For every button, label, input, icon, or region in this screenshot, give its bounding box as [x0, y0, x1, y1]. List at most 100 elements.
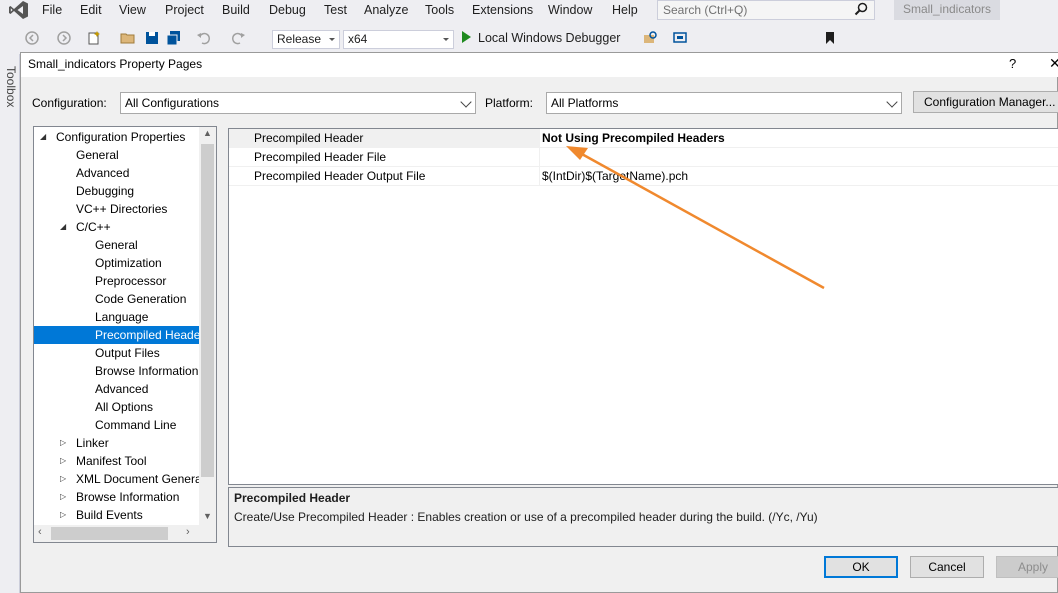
tree-item[interactable]: Code Generation [34, 290, 200, 308]
tree-item[interactable]: ▷ Linker [34, 434, 200, 452]
visual-studio-logo-icon [9, 1, 28, 19]
scroll-down-icon[interactable]: ▼ [203, 511, 212, 521]
ok-button[interactable]: OK [824, 556, 898, 578]
menu-debug[interactable]: Debug [269, 1, 306, 19]
tree-item-label: Preprocessor [95, 274, 167, 288]
solution-name-badge: Small_indicators [894, 0, 1000, 20]
tree-item-label: Browse Information [76, 490, 180, 504]
property-value[interactable]: Not Using Precompiled Headers [539, 129, 1058, 148]
chevron-down-icon [886, 96, 898, 108]
screen-icon[interactable] [672, 30, 688, 46]
menu-build[interactable]: Build [222, 1, 250, 19]
tree-item[interactable]: Command Line [34, 416, 200, 434]
tree-item-label: Code Generation [95, 292, 187, 306]
tree-item[interactable]: All Options [34, 398, 200, 416]
search-icon [854, 2, 868, 16]
start-debugging-button[interactable]: Local Windows Debugger [462, 30, 620, 49]
tree-item[interactable]: Language [34, 308, 200, 326]
browse-icon[interactable] [642, 30, 658, 46]
expand-arrow-icon[interactable]: ▷ [60, 452, 66, 470]
bookmark-icon[interactable] [822, 30, 838, 46]
menu-help[interactable]: Help [612, 1, 638, 19]
menu-bar: File Edit View Project Build Debug Test … [0, 0, 1058, 20]
debugger-label: Local Windows Debugger [478, 31, 621, 45]
open-folder-icon[interactable] [120, 30, 136, 46]
help-button[interactable]: ? [1009, 56, 1016, 71]
tree-item-label: Output Files [95, 346, 160, 360]
scroll-left-icon[interactable]: ‹ [38, 526, 42, 538]
property-row[interactable]: Precompiled Header Output File $(IntDir)$… [229, 167, 1058, 186]
scroll-thumb[interactable] [201, 144, 214, 477]
tree-item[interactable]: ▷ Browse Information [34, 488, 200, 506]
configuration-value: All Configurations [125, 96, 220, 110]
menu-tools[interactable]: Tools [425, 1, 454, 19]
menu-file[interactable]: File [42, 1, 62, 19]
search-input[interactable]: Search (Ctrl+Q) [657, 0, 875, 20]
cancel-button[interactable]: Cancel [910, 556, 984, 578]
toolbox-tab[interactable]: Toolbox [4, 66, 18, 107]
collapse-arrow-icon[interactable]: ◢ [60, 218, 66, 236]
property-value[interactable]: $(IntDir)$(TargetName).pch [539, 167, 1058, 186]
tree-item[interactable]: ▷ XML Document Genera [34, 470, 200, 488]
menu-test[interactable]: Test [324, 1, 347, 19]
tree-item[interactable]: Output Files [34, 344, 200, 362]
menu-extensions[interactable]: Extensions [472, 1, 533, 19]
expand-arrow-icon[interactable]: ▷ [60, 488, 66, 506]
tree-item[interactable]: ▷ Build Events [34, 506, 200, 524]
tree-item[interactable]: Debugging [34, 182, 200, 200]
expand-arrow-icon[interactable]: ▷ [60, 434, 66, 452]
scroll-up-icon[interactable]: ▲ [203, 128, 212, 138]
tree-vertical-scrollbar[interactable]: ▲ ▼ [199, 127, 216, 526]
property-grid: Precompiled Header Not Using Precompiled … [228, 128, 1058, 485]
description-panel: Precompiled Header Create/Use Precompile… [228, 487, 1058, 547]
solution-platform-select[interactable]: x64 [343, 30, 454, 49]
back-icon[interactable] [24, 30, 40, 46]
close-icon[interactable]: ✕ [1049, 55, 1058, 72]
solution-configuration-select[interactable]: Release [272, 30, 340, 49]
save-all-icon[interactable] [166, 30, 182, 46]
property-name[interactable]: Precompiled Header File [229, 148, 539, 167]
tree-item[interactable]: Optimization [34, 254, 200, 272]
tree-item[interactable]: Advanced [34, 380, 200, 398]
scroll-thumb[interactable] [51, 527, 168, 540]
save-icon[interactable] [144, 30, 160, 46]
tree-item[interactable]: General [34, 236, 200, 254]
property-row[interactable]: Precompiled Header File [229, 148, 1058, 167]
expand-arrow-icon[interactable]: ▷ [60, 506, 66, 524]
collapse-arrow-icon[interactable]: ◢ [40, 128, 46, 146]
tree-item[interactable]: Advanced [34, 164, 200, 182]
tree-item-label: Command Line [95, 418, 177, 432]
tree-item[interactable]: Preprocessor [34, 272, 200, 290]
forward-icon[interactable] [56, 30, 72, 46]
redo-icon[interactable] [230, 30, 246, 46]
menu-analyze[interactable]: Analyze [364, 1, 408, 19]
tree-item[interactable]: ◢ Configuration Properties [34, 128, 200, 146]
tree-item[interactable]: Precompiled Heade [34, 326, 200, 344]
property-row[interactable]: Precompiled Header Not Using Precompiled … [229, 129, 1058, 148]
menu-window[interactable]: Window [548, 1, 592, 19]
tree-horizontal-scrollbar[interactable]: ‹ › [34, 525, 216, 542]
menu-edit[interactable]: Edit [80, 1, 102, 19]
configuration-manager-button[interactable]: Configuration Manager... [913, 91, 1058, 113]
property-value[interactable] [539, 148, 1058, 167]
property-tree: ◢ Configuration Properties General Advanced… [33, 126, 217, 543]
expand-arrow-icon[interactable]: ▷ [60, 470, 66, 488]
menu-view[interactable]: View [119, 1, 146, 19]
tree-item[interactable]: ▷ Manifest Tool [34, 452, 200, 470]
tree-item[interactable]: General [34, 146, 200, 164]
property-name[interactable]: Precompiled Header [229, 129, 539, 148]
property-name[interactable]: Precompiled Header Output File [229, 167, 539, 186]
new-project-icon[interactable] [86, 30, 102, 46]
tree-item-label: Build Events [76, 508, 143, 522]
platform-select[interactable]: All Platforms [546, 92, 902, 114]
tree-item[interactable]: ◢ C/C++ [34, 218, 200, 236]
tree-item-label: Configuration Properties [56, 130, 186, 144]
configuration-select[interactable]: All Configurations [120, 92, 476, 114]
apply-button[interactable]: Apply [996, 556, 1058, 578]
tree-item[interactable]: VC++ Directories [34, 200, 200, 218]
undo-icon[interactable] [196, 30, 212, 46]
scroll-right-icon[interactable]: › [186, 526, 190, 538]
tree-item-label: Language [95, 310, 149, 324]
menu-project[interactable]: Project [165, 1, 204, 19]
tree-item[interactable]: Browse Information [34, 362, 200, 380]
